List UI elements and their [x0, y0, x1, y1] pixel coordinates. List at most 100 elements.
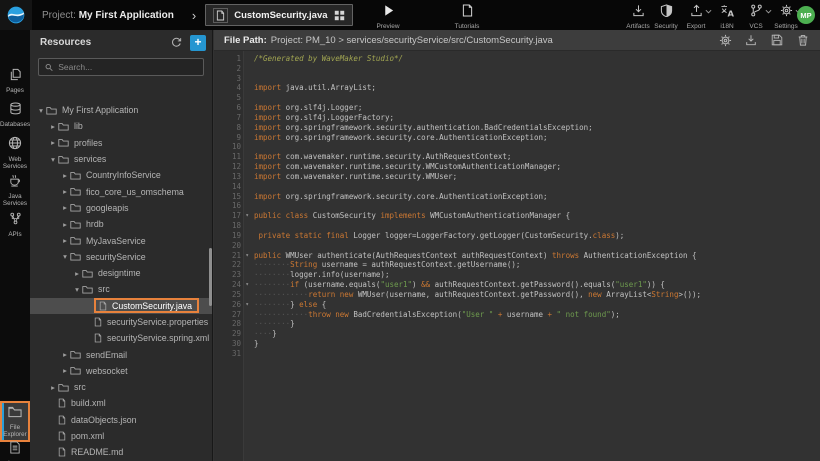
code-line-7[interactable]: 7import org.slf4j.LoggerFactory; [214, 113, 820, 123]
tree-folder-countryinfoservice[interactable]: ▸CountryInfoService [30, 167, 212, 183]
add-resource-button[interactable]: + [190, 35, 206, 51]
rail-item-logs[interactable]: Logs [0, 439, 30, 461]
collapse-arrow-icon[interactable]: ▾ [60, 252, 70, 261]
code-line-31[interactable]: 31 [214, 349, 820, 359]
download-file-button[interactable] [744, 33, 758, 47]
code-line-10[interactable]: 10 [214, 142, 820, 152]
code-line-26[interactable]: 26▾········} else { [214, 300, 820, 310]
code-line-29[interactable]: 29····} [214, 329, 820, 339]
code-line-19[interactable]: 19 private static final Logger logger=Lo… [214, 231, 820, 241]
tree-folder-websocket[interactable]: ▸websocket [30, 363, 212, 379]
code-line-24[interactable]: 24▾········if (username.equals("user1") … [214, 280, 820, 290]
code-area[interactable]: 1/*Generated by WaveMaker Studio*/2 3 4i… [214, 51, 820, 461]
panel-scrollbar[interactable] [209, 248, 212, 306]
tree-folder-myjavaservice[interactable]: ▸MyJavaService [30, 232, 212, 248]
code-line-11[interactable]: 11import com.wavemaker.runtime.security.… [214, 152, 820, 162]
code-line-13[interactable]: 13import com.wavemaker.runtime.security.… [214, 172, 820, 182]
tree-file-build-xml[interactable]: build.xml [30, 395, 212, 411]
expand-arrow-icon[interactable]: ▸ [60, 203, 70, 212]
expand-arrow-icon[interactable]: ▸ [60, 220, 70, 229]
code-line-5[interactable]: 5 [214, 93, 820, 103]
code-line-4[interactable]: 4import java.util.ArrayList; [214, 83, 820, 93]
code-line-14[interactable]: 14 [214, 182, 820, 192]
project-name[interactable]: My First Application [79, 10, 174, 21]
tree-folder-fico-core-us-omschema[interactable]: ▸fico_core_us_omschema [30, 183, 212, 199]
code-line-3[interactable]: 3 [214, 74, 820, 84]
fold-arrow-icon[interactable]: ▾ [245, 300, 249, 310]
code-text: import org.springframework.security.core… [244, 192, 548, 202]
code-line-30[interactable]: 30} [214, 339, 820, 349]
expand-arrow-icon[interactable]: ▸ [60, 187, 70, 196]
rail-item-file-explorer[interactable]: File Explorer [0, 401, 30, 442]
search-box[interactable] [38, 58, 204, 76]
rail-item-apis[interactable]: APIs [0, 210, 30, 240]
expand-arrow-icon[interactable]: ▸ [48, 383, 58, 392]
fold-arrow-icon[interactable]: ▾ [245, 211, 249, 221]
tree-folder-src[interactable]: ▸src [30, 379, 212, 395]
code-line-25[interactable]: 25············return new WMUser(username… [214, 290, 820, 300]
expand-arrow-icon[interactable]: ▸ [48, 122, 58, 131]
code-line-22[interactable]: 22········String username = authRequestC… [214, 260, 820, 270]
tree-file-pom-xml[interactable]: pom.xml [30, 428, 212, 444]
tree-folder-src[interactable]: ▾src [30, 281, 212, 297]
tree-folder-securityservice[interactable]: ▾securityService [30, 249, 212, 265]
expand-arrow-icon[interactable]: ▸ [60, 366, 70, 375]
expand-arrow-icon[interactable]: ▸ [60, 350, 70, 359]
tree-folder-hrdb[interactable]: ▸hrdb [30, 216, 212, 232]
code-line-12[interactable]: 12import com.wavemaker.runtime.security.… [214, 162, 820, 172]
code-line-20[interactable]: 20 [214, 241, 820, 251]
tree-folder-googleapis[interactable]: ▸googleapis [30, 200, 212, 216]
code-line-8[interactable]: 8import org.springframework.security.aut… [214, 123, 820, 133]
editor-settings-button[interactable] [718, 33, 732, 47]
expand-arrow-icon[interactable]: ▸ [72, 269, 82, 278]
tutorials-button[interactable]: Tutorials [441, 4, 493, 30]
code-line-28[interactable]: 28········} [214, 319, 820, 329]
delete-file-button[interactable] [796, 33, 810, 47]
collapse-arrow-icon[interactable]: ▾ [72, 285, 82, 294]
rail-item-web-services[interactable]: Web Services [0, 134, 30, 172]
tab-customsecurity-java[interactable]: CustomSecurity.java [205, 4, 352, 26]
save-file-button[interactable] [770, 33, 784, 47]
code-line-15[interactable]: 15import org.springframework.security.co… [214, 192, 820, 202]
code-line-18[interactable]: 18 [214, 221, 820, 231]
rail-item-pages[interactable]: Pages [0, 66, 30, 96]
code-line-17[interactable]: 17▾public class CustomSecurity implement… [214, 211, 820, 221]
preview-button[interactable]: Preview [362, 4, 414, 30]
tree-file-securityservice-spring-xml[interactable]: securityService.spring.xml [30, 330, 212, 346]
user-avatar[interactable]: MP [797, 6, 815, 24]
tree-file-securityservice-properties[interactable]: securityService.properties [30, 314, 212, 330]
collapse-arrow-icon[interactable]: ▾ [36, 106, 46, 115]
code-line-27[interactable]: 27············throw new BadCredentialsEx… [214, 310, 820, 320]
wavemaker-logo[interactable] [0, 0, 32, 30]
tree-folder-lib[interactable]: ▸lib [30, 118, 212, 134]
code-line-16[interactable]: 16 [214, 201, 820, 211]
collapse-arrow-icon[interactable]: ▾ [48, 155, 58, 164]
expand-arrow-icon[interactable]: ▸ [60, 171, 70, 180]
tree-folder-my-first-application[interactable]: ▾My First Application [30, 102, 212, 118]
tree-item-label: dataObjects.json [71, 415, 137, 425]
code-line-23[interactable]: 23········logger.info(username); [214, 270, 820, 280]
tree-file-dataobjects-json[interactable]: dataObjects.json [30, 412, 212, 428]
code-line-2[interactable]: 2 [214, 64, 820, 74]
grid-icon[interactable] [334, 10, 345, 21]
tree-folder-profiles[interactable]: ▸profiles [30, 135, 212, 151]
folder-icon [70, 203, 81, 212]
rail-item-databases[interactable]: Databases [0, 100, 30, 130]
tree-file-customsecurity-java[interactable]: CustomSecurity.java [30, 298, 212, 314]
tree-file-readme-md[interactable]: README.md [30, 444, 212, 460]
tree-item-label: CustomSecurity.java [112, 301, 192, 311]
code-line-1[interactable]: 1/*Generated by WaveMaker Studio*/ [214, 54, 820, 64]
code-line-9[interactable]: 9import org.springframework.security.cor… [214, 133, 820, 143]
tree-folder-sendemail[interactable]: ▸sendEmail [30, 346, 212, 362]
tree-folder-services[interactable]: ▾services [30, 151, 212, 167]
refresh-button[interactable] [168, 35, 184, 51]
code-line-6[interactable]: 6import org.slf4j.Logger; [214, 103, 820, 113]
rail-item-java-services[interactable]: Java Services [0, 172, 30, 209]
expand-arrow-icon[interactable]: ▸ [48, 138, 58, 147]
expand-arrow-icon[interactable]: ▸ [60, 236, 70, 245]
code-line-21[interactable]: 21▾public WMUser authenticate(AuthReques… [214, 251, 820, 261]
search-input[interactable] [58, 62, 197, 72]
fold-arrow-icon[interactable]: ▾ [245, 280, 249, 290]
tree-folder-designtime[interactable]: ▸designtime [30, 265, 212, 281]
fold-arrow-icon[interactable]: ▾ [245, 251, 249, 261]
